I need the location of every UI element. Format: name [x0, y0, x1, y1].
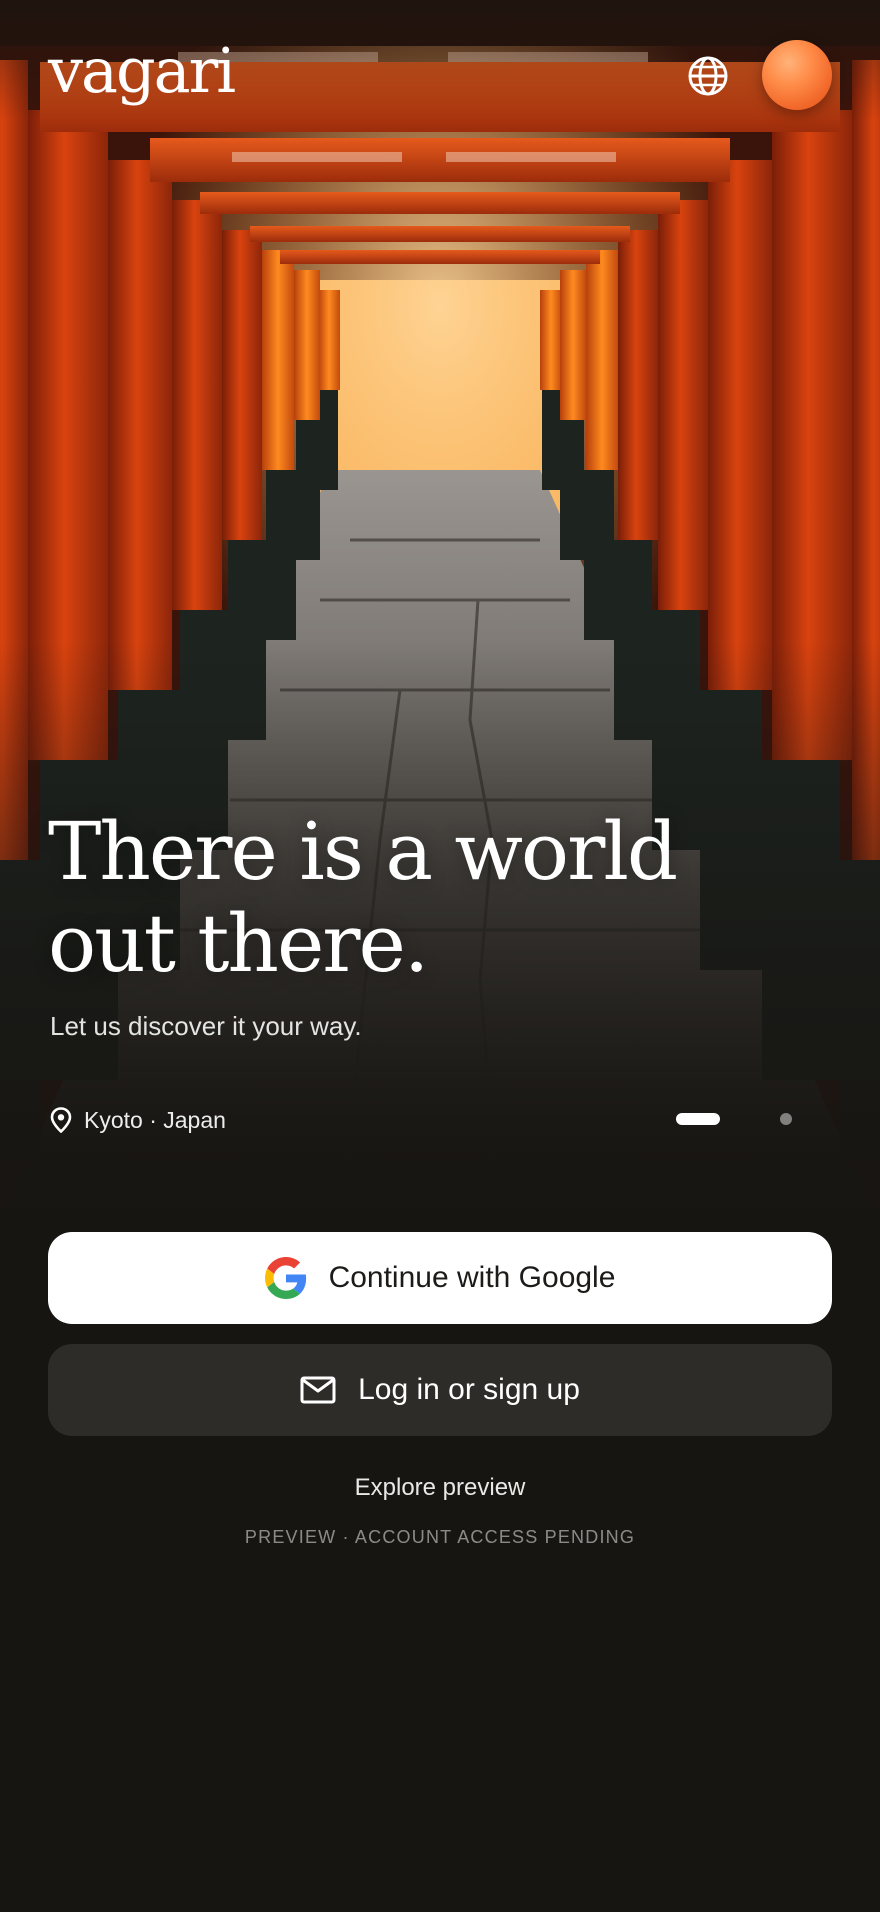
map-pin-icon: [50, 1107, 72, 1133]
brand-logo: vagari: [48, 34, 236, 107]
hero-headline-line-2: out there.: [48, 897, 429, 990]
explore-preview-link[interactable]: Explore preview: [0, 1474, 880, 1502]
location-label: Kyoto · Japan: [50, 1104, 226, 1136]
google-g-icon: [264, 1257, 306, 1299]
hero-subheading: Let us discover it your way.: [50, 1011, 362, 1041]
mail-icon: [300, 1376, 336, 1404]
location-text: Kyoto · Japan: [84, 1106, 226, 1133]
login-button-label: Log in or sign up: [358, 1373, 580, 1406]
hero-headline: There is a world out there.: [48, 806, 748, 990]
globe-icon: [688, 56, 728, 96]
carousel-dot[interactable]: [780, 1113, 792, 1125]
google-button-label: Continue with Google: [328, 1261, 616, 1294]
continue-with-google-button[interactable]: Continue with Google: [48, 1232, 832, 1324]
carousel-dot-active[interactable]: [676, 1113, 720, 1125]
hero-headline-line-1: There is a world: [48, 805, 678, 898]
preview-status-note: PREVIEW · ACCOUNT ACCESS PENDING: [244, 1527, 636, 1547]
avatar[interactable]: [762, 40, 832, 110]
welcome-screen: vagari There is a world out there. Let u…: [0, 0, 880, 1912]
carousel-indicator: [676, 1112, 796, 1126]
language-button[interactable]: [684, 52, 732, 100]
login-signup-button[interactable]: Log in or sign up: [48, 1344, 832, 1436]
